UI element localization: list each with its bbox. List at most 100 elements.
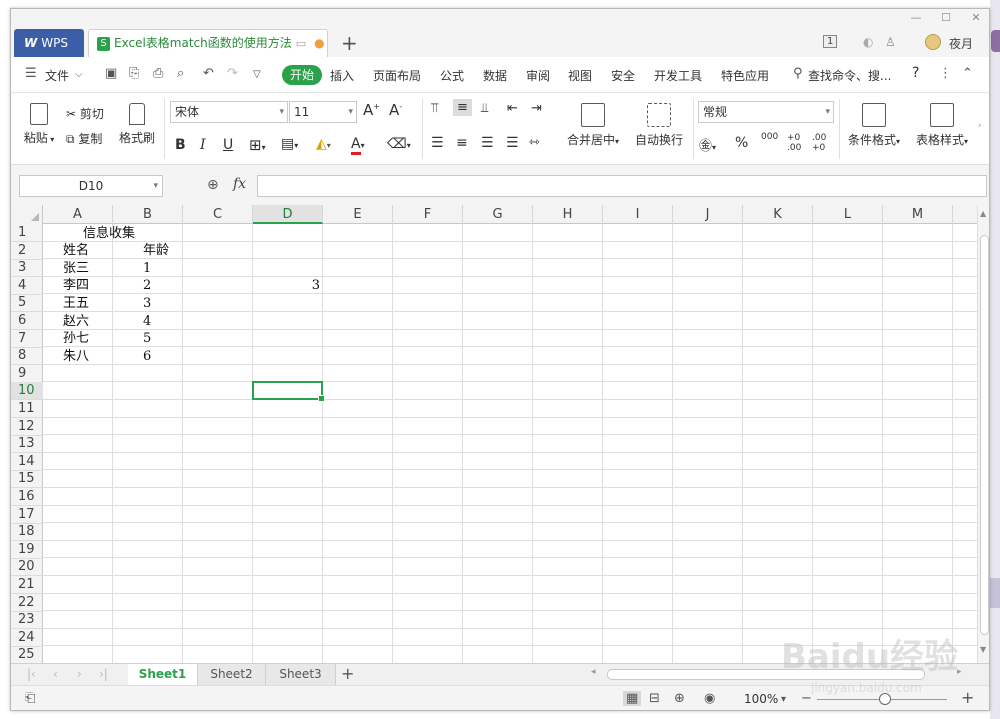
print-preview-icon[interactable]: ⌕ bbox=[177, 66, 184, 81]
justify-icon[interactable]: ☰ bbox=[506, 135, 519, 151]
help-icon[interactable]: ? bbox=[912, 65, 919, 81]
page-layout-view-icon[interactable]: ⊕ bbox=[674, 691, 685, 706]
align-left-icon[interactable]: ☰ bbox=[431, 135, 444, 151]
cell-a6[interactable]: 赵六 bbox=[63, 313, 89, 330]
row-header[interactable]: 14 bbox=[11, 453, 43, 471]
row-header[interactable]: 5 bbox=[11, 294, 43, 313]
table-style-button[interactable]: 表格样式▾ bbox=[911, 103, 973, 148]
last-sheet-icon[interactable]: ›| bbox=[99, 667, 108, 681]
eraser-icon[interactable]: ⌫▾ bbox=[387, 136, 411, 152]
menu-special[interactable]: 特色应用 bbox=[721, 67, 769, 84]
cell-a2[interactable]: 姓名 bbox=[63, 242, 89, 259]
font-size-select[interactable]: 11 ▾ bbox=[289, 101, 357, 123]
decrease-font-icon[interactable]: A- bbox=[389, 101, 402, 119]
cell-b7[interactable]: 5 bbox=[143, 330, 151, 347]
badge-count[interactable]: 1 bbox=[823, 35, 838, 48]
increase-font-icon[interactable]: A+ bbox=[363, 101, 380, 119]
scroll-up-icon[interactable]: ▲ bbox=[980, 209, 986, 218]
column-header[interactable]: A bbox=[43, 205, 113, 224]
cell-a4[interactable]: 李四 bbox=[63, 277, 89, 294]
cell-b3[interactable]: 1 bbox=[143, 260, 151, 277]
prev-sheet-icon[interactable]: ‹ bbox=[53, 667, 58, 681]
column-header[interactable]: G bbox=[463, 205, 533, 224]
fill-color-icon[interactable]: ◭▾ bbox=[316, 136, 331, 152]
menu-start[interactable]: 开始 bbox=[282, 65, 322, 85]
row-header[interactable]: 17 bbox=[11, 506, 43, 524]
page-break-view-icon[interactable]: ⊟ bbox=[649, 691, 660, 706]
bold-button[interactable]: B bbox=[175, 137, 186, 153]
menu-data[interactable]: 数据 bbox=[483, 67, 507, 84]
row-header[interactable]: 9 bbox=[11, 365, 43, 383]
zoom-lens-icon[interactable]: ⊕ bbox=[207, 177, 219, 193]
menu-developer[interactable]: 开发工具 bbox=[654, 67, 702, 84]
thousands-separator-button[interactable]: 000 bbox=[761, 133, 778, 142]
increase-decimal-button[interactable]: +0 .00 bbox=[787, 133, 807, 153]
cell-a3[interactable]: 张三 bbox=[63, 260, 89, 277]
menu-file[interactable]: 文件 bbox=[45, 67, 69, 84]
percent-button[interactable]: % bbox=[735, 135, 748, 151]
menu-security[interactable]: 安全 bbox=[611, 67, 635, 84]
font-name-select[interactable]: 宋体 ▾ bbox=[170, 101, 288, 123]
row-header[interactable]: 12 bbox=[11, 418, 43, 436]
row-header[interactable]: 8 bbox=[11, 347, 43, 366]
minimize-icon[interactable]: — bbox=[909, 11, 923, 25]
save-icon[interactable]: ▣ bbox=[105, 66, 117, 81]
menu-review[interactable]: 审阅 bbox=[526, 67, 550, 84]
menu-page-layout[interactable]: 页面布局 bbox=[373, 67, 421, 84]
close-icon[interactable]: ✕ bbox=[969, 11, 983, 25]
column-header[interactable]: F bbox=[393, 205, 463, 224]
cell-b4[interactable]: 2 bbox=[143, 277, 151, 294]
tab-wps-home[interactable]: W WPS bbox=[14, 29, 84, 57]
cell-a5[interactable]: 王五 bbox=[63, 295, 89, 312]
align-middle-icon[interactable]: ≡ bbox=[453, 99, 472, 116]
column-header[interactable]: K bbox=[743, 205, 813, 224]
row-header[interactable]: 10 bbox=[11, 382, 43, 401]
cell-b2[interactable]: 年龄 bbox=[143, 242, 169, 259]
undo-icon[interactable]: ↶ bbox=[203, 66, 214, 81]
column-header[interactable]: M bbox=[883, 205, 953, 224]
distribute-icon[interactable]: ⇿ bbox=[529, 135, 540, 150]
row-header[interactable]: 6 bbox=[11, 312, 43, 330]
row-header[interactable]: 7 bbox=[11, 330, 43, 348]
cell-a8[interactable]: 朱八 bbox=[63, 348, 89, 365]
cell-a1[interactable]: 信息收集 bbox=[83, 225, 135, 242]
column-header[interactable]: L bbox=[813, 205, 883, 224]
collapse-ribbon-icon[interactable]: ⌃ bbox=[962, 66, 973, 81]
cell-a7[interactable]: 孙七 bbox=[63, 330, 89, 347]
export-pdf-icon[interactable]: ⎘ bbox=[129, 66, 139, 81]
print-icon[interactable]: ⎙ bbox=[153, 66, 163, 81]
font-color-icon[interactable]: A▾ bbox=[351, 136, 365, 155]
number-format-select[interactable]: 常规 ▾ bbox=[698, 101, 834, 123]
underline-button[interactable]: U bbox=[223, 137, 233, 153]
insert-function-button[interactable]: fx bbox=[233, 176, 246, 192]
row-header[interactable]: 1 bbox=[11, 224, 43, 242]
column-header[interactable]: E bbox=[323, 205, 393, 224]
select-all-corner[interactable] bbox=[11, 205, 43, 224]
chevron-down-icon[interactable]: ⌵ bbox=[75, 69, 83, 80]
column-header[interactable]: H bbox=[533, 205, 603, 224]
column-header[interactable]: C bbox=[183, 205, 253, 224]
eye-protection-icon[interactable]: ◉ bbox=[704, 691, 715, 706]
sheet-tab-2[interactable]: Sheet2 bbox=[198, 664, 266, 686]
align-top-icon[interactable]: ⫪ bbox=[431, 101, 438, 116]
vertical-scrollbar[interactable]: ▲ ▼ bbox=[977, 205, 989, 663]
cut-button[interactable]: ✂ 剪切 bbox=[66, 105, 104, 122]
row-header[interactable]: 16 bbox=[11, 488, 43, 506]
column-header[interactable]: B bbox=[113, 205, 183, 224]
row-header[interactable]: 2 bbox=[11, 242, 43, 260]
column-header[interactable]: J bbox=[673, 205, 743, 224]
more-icon[interactable]: ⋮ bbox=[939, 66, 952, 81]
first-sheet-icon[interactable]: |‹ bbox=[27, 667, 36, 681]
border-icon[interactable]: ⊞▾ bbox=[249, 136, 266, 154]
currency-icon[interactable]: ㊎▾ bbox=[699, 135, 716, 154]
new-tab-button[interactable]: + bbox=[341, 31, 358, 55]
row-header[interactable]: 23 bbox=[11, 611, 43, 630]
format-painter-button[interactable]: 格式刷 bbox=[115, 103, 159, 146]
row-header[interactable]: 19 bbox=[11, 541, 43, 559]
cell-b6[interactable]: 4 bbox=[143, 313, 151, 330]
row-header[interactable]: 4 bbox=[11, 277, 43, 295]
normal-view-icon[interactable]: ▦ bbox=[623, 691, 642, 706]
ribbon-scroll-right-icon[interactable]: › bbox=[978, 121, 982, 131]
decrease-indent-icon[interactable]: ⇤ bbox=[507, 101, 518, 116]
redo-icon[interactable]: ↷ bbox=[227, 66, 238, 81]
